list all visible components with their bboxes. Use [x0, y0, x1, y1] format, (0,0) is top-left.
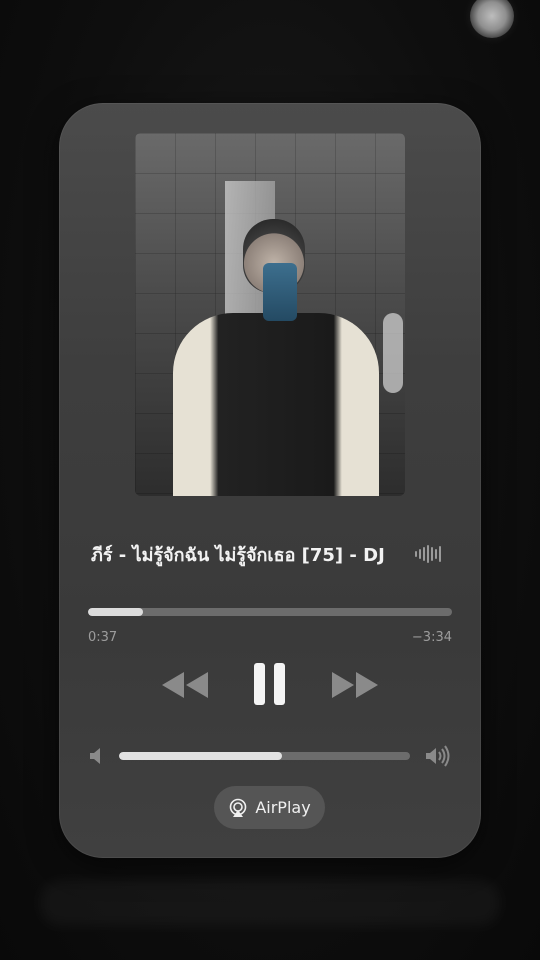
- volume-fill: [119, 752, 282, 760]
- album-artwork: [135, 133, 405, 496]
- background-blur: [40, 880, 500, 926]
- elapsed-time: 0:37: [88, 630, 118, 645]
- waveform-icon: [415, 544, 443, 564]
- artwork-person-body: [173, 313, 379, 496]
- rewind-button[interactable]: [157, 665, 213, 705]
- assistive-touch-button[interactable]: [470, 0, 514, 38]
- track-title: ภีร์ - ไม่รู้จักฉัน ไม่รู้จักเธอ [75] - …: [91, 545, 385, 566]
- speaker-low-icon: [89, 746, 105, 766]
- speaker-high-icon: [425, 744, 451, 768]
- remaining-time: −3:34: [411, 630, 452, 645]
- artwork-phone: [263, 263, 297, 321]
- rewind-icon: [162, 672, 208, 698]
- playback-progress-fill: [88, 608, 143, 616]
- volume-slider[interactable]: [119, 752, 410, 760]
- fast-forward-button[interactable]: [327, 665, 383, 705]
- lock-screen: ภีร์ - ไม่รู้จักฉัน ไม่รู้จักเธอ [75] - …: [0, 0, 540, 960]
- fast-forward-icon: [332, 672, 378, 698]
- playback-scrubber[interactable]: [88, 608, 452, 616]
- pause-button[interactable]: [245, 659, 295, 709]
- airplay-label: AirPlay: [255, 798, 311, 817]
- pause-icon: [254, 663, 285, 705]
- now-playing-card: ภีร์ - ไม่รู้จักฉัน ไม่รู้จักเธอ [75] - …: [59, 103, 481, 858]
- artwork-light: [383, 313, 403, 393]
- airplay-icon: [230, 798, 247, 817]
- airplay-button[interactable]: AirPlay: [214, 786, 325, 829]
